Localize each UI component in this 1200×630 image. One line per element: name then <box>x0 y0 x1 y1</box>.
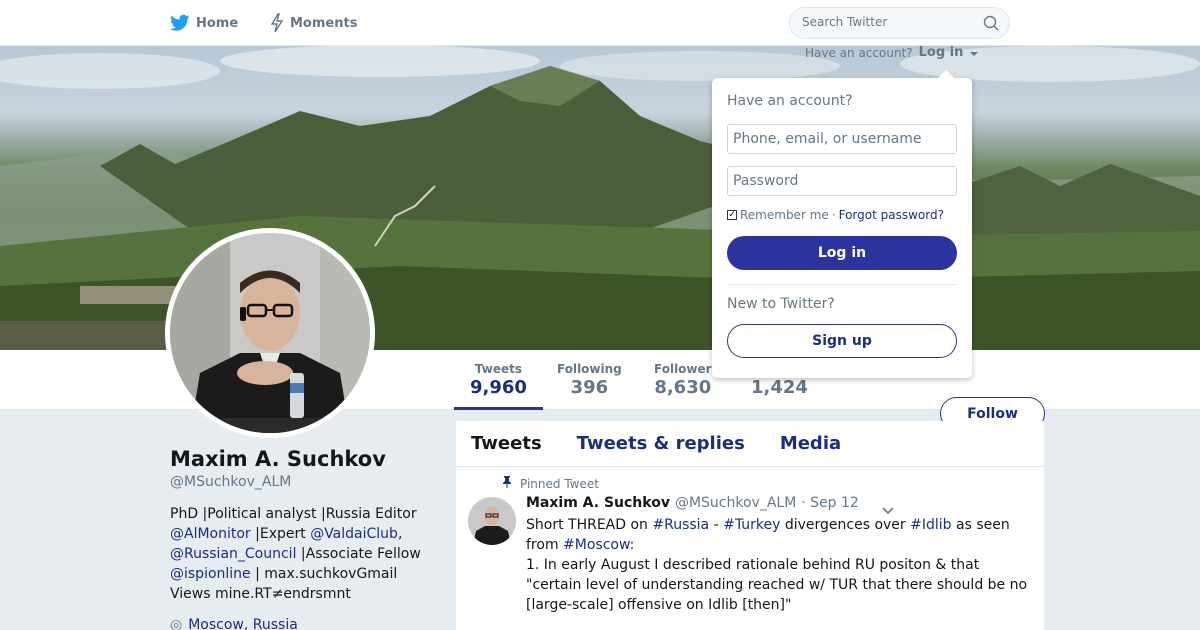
bio-text: |Associate Fellow <box>296 546 421 562</box>
nav-home[interactable]: Home <box>170 12 238 34</box>
tweet-text-segment: : <box>629 537 635 553</box>
profile-handle[interactable]: @MSuchkov_ALM <box>170 474 291 490</box>
separator-dot: · <box>831 208 836 222</box>
signup-button[interactable]: Sign up <box>727 324 957 358</box>
login-button[interactable]: Log in <box>727 236 957 270</box>
stat-following[interactable]: Following 396 <box>557 362 622 398</box>
tweet-header: Maxim A. Suchkov @MSuchkov_ALM · Sep 12 <box>526 495 859 511</box>
timeline-tabs: Tweets Tweets & replies Media <box>456 421 1044 467</box>
account-hint-text: Have an account? <box>805 45 913 60</box>
location-link[interactable]: Moscow, Russia <box>188 617 298 630</box>
bio-mention-link[interactable]: @AlMonitor <box>170 526 251 542</box>
new-to-twitter-label: New to Twitter? <box>727 296 835 312</box>
search-icon[interactable] <box>983 15 999 35</box>
bio-mention-link[interactable]: @ispionline <box>170 566 251 582</box>
profile-bio: PhD |Political analyst |Russia Editor @A… <box>170 504 440 604</box>
tweet-date[interactable]: · Sep 12 <box>801 495 859 511</box>
login-dropdown: Have an account? ✓ Remember me · Forgot … <box>712 70 972 378</box>
remember-row: ✓ Remember me · Forgot password? <box>727 208 944 222</box>
password-field[interactable] <box>727 166 957 196</box>
stat-label: Follower <box>654 362 712 376</box>
tweet-text-segment: 1. In early August I described rationale… <box>526 557 1028 613</box>
tab-tweets-replies[interactable]: Tweets & replies <box>577 433 745 454</box>
profile-avatar[interactable] <box>165 228 375 438</box>
nav-moments-label: Moments <box>290 15 358 31</box>
profile-location: ◎ Moscow, Russia <box>170 617 298 630</box>
remember-checkbox[interactable]: ✓ <box>727 210 737 220</box>
divider <box>727 284 957 285</box>
nav-moments[interactable]: Moments <box>270 12 357 34</box>
tweet-text: Short THREAD on #Russia - #Turkey diverg… <box>526 515 1036 615</box>
bio-mention-link[interactable]: @Russian_Council <box>170 546 296 562</box>
avatar-portrait <box>170 233 370 433</box>
lightning-icon <box>270 13 284 33</box>
login-link-label: Log in <box>918 45 964 60</box>
stat-label: Tweets <box>474 362 523 376</box>
stat-followers[interactable]: Follower 8,630 <box>654 362 712 398</box>
pinned-label: Pinned Tweet <box>502 476 599 491</box>
stat-value: 9,960 <box>470 377 527 398</box>
tweet-text-segment: - <box>709 517 724 533</box>
pin-icon <box>502 476 512 491</box>
login-dropdown-toggle[interactable]: Log in <box>919 45 978 60</box>
forgot-password-link[interactable]: Forgot password? <box>839 208 944 222</box>
username-field[interactable] <box>727 124 957 154</box>
stat-tweets[interactable]: Tweets 9,960 <box>454 362 543 410</box>
bio-text: |Expert <box>250 526 311 542</box>
search-box <box>789 7 1010 39</box>
remember-label: Remember me <box>740 208 829 222</box>
tweet-avatar-portrait <box>468 497 516 545</box>
tweet-author-name[interactable]: Maxim A. Suchkov <box>526 495 670 511</box>
login-title: Have an account? <box>727 93 853 109</box>
account-hint: Have an account? Log in <box>805 45 978 60</box>
stat-value: 1,424 <box>751 377 808 398</box>
stat-value: 8,630 <box>654 377 712 398</box>
tab-media[interactable]: Media <box>780 433 841 454</box>
hashtag-link[interactable]: #Turkey <box>723 517 780 533</box>
bio-text: , <box>397 526 403 542</box>
tweet-text-segment: divergences over <box>780 517 911 533</box>
bio-text: PhD |Political analyst |Russia Editor <box>170 506 417 522</box>
search-input[interactable] <box>802 15 977 29</box>
twitter-bird-icon <box>170 14 190 32</box>
bio-mention-link[interactable]: @ValdaiClub <box>310 526 398 542</box>
location-pin-icon: ◎ <box>170 617 183 630</box>
stat-value: 396 <box>570 377 609 398</box>
profile-name[interactable]: Maxim A. Suchkov <box>170 447 386 471</box>
tweet-avatar[interactable] <box>468 497 516 545</box>
pinned-text: Pinned Tweet <box>520 476 599 491</box>
stat-label: Following <box>557 362 622 376</box>
top-navigation: Home Moments <box>0 0 1200 46</box>
nav-home-label: Home <box>196 15 239 31</box>
caret-down-icon <box>969 52 978 56</box>
tab-tweets[interactable]: Tweets <box>471 433 542 454</box>
hashtag-link[interactable]: #Moscow <box>563 537 630 553</box>
tweet-text-segment: Short THREAD on <box>526 517 653 533</box>
timeline: Tweets Tweets & replies Media Pinned Twe… <box>456 421 1044 630</box>
hashtag-link[interactable]: #Idlib <box>910 517 951 533</box>
tweet-author-handle[interactable]: @MSuchkov_ALM <box>675 495 796 511</box>
hashtag-link[interactable]: #Russia <box>652 517 709 533</box>
